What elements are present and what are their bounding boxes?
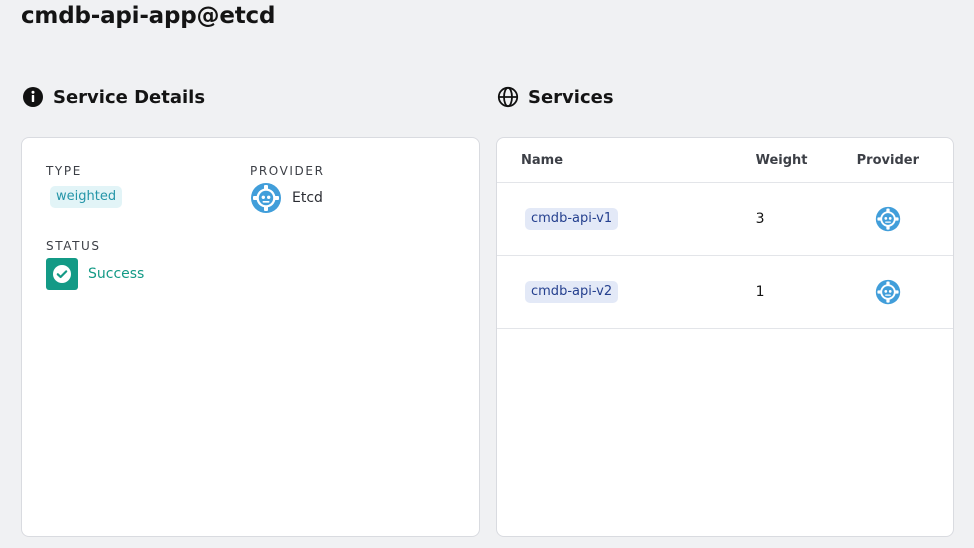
- provider-label: PROVIDER: [250, 164, 325, 178]
- service-name-cell: cmdb-api-v1: [497, 182, 756, 256]
- status-label: STATUS: [46, 239, 101, 253]
- service-weight: 1: [755, 255, 857, 329]
- type-value-badge: weighted: [50, 186, 123, 208]
- info-icon: [22, 86, 44, 108]
- status-row: Success: [46, 258, 144, 290]
- check-circle-icon: [46, 258, 78, 290]
- services-heading: Services: [497, 84, 614, 110]
- provider-value: Etcd: [292, 190, 323, 206]
- service-provider-cell: [856, 255, 953, 329]
- services-title: Services: [528, 86, 614, 108]
- table-row[interactable]: cmdb-api-v1 3: [497, 182, 953, 256]
- column-header-weight[interactable]: Weight: [755, 138, 857, 183]
- services-table: Name Weight Provider cmdb-api-v1 3 cmdb-…: [497, 138, 953, 329]
- service-provider-cell: [856, 182, 953, 256]
- column-header-provider[interactable]: Provider: [856, 138, 953, 183]
- service-link[interactable]: cmdb-api-v1: [525, 208, 619, 230]
- service-details-title: Service Details: [53, 86, 206, 108]
- column-header-name[interactable]: Name: [497, 138, 756, 183]
- etcd-icon: [875, 279, 901, 305]
- service-name-cell: cmdb-api-v2: [497, 255, 756, 329]
- services-panel: Name Weight Provider cmdb-api-v1 3 cmdb-…: [496, 137, 954, 537]
- service-link[interactable]: cmdb-api-v2: [525, 281, 619, 303]
- etcd-icon: [250, 182, 282, 214]
- table-row[interactable]: cmdb-api-v2 1: [497, 255, 953, 329]
- etcd-icon: [875, 206, 901, 232]
- page-title: cmdb-api-app@etcd: [21, 3, 276, 29]
- table-header-row: Name Weight Provider: [497, 138, 953, 183]
- status-value: Success: [88, 266, 145, 282]
- type-label: TYPE: [46, 164, 82, 178]
- provider-row: Etcd: [250, 182, 323, 214]
- service-details-panel: TYPE weighted PROVIDER Etcd STATUS Succe…: [21, 137, 480, 537]
- service-weight: 3: [755, 182, 857, 256]
- globe-icon: [497, 86, 519, 108]
- service-details-heading: Service Details: [22, 84, 205, 110]
